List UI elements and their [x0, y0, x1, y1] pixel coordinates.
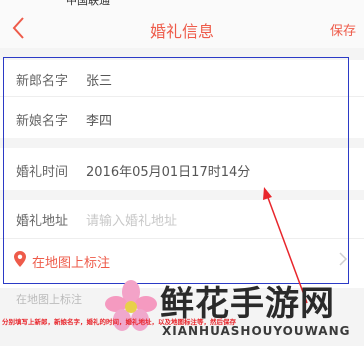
save-button[interactable]: 保存 — [330, 20, 356, 39]
chevron-right-icon — [339, 252, 348, 266]
wedding-info-form: 新郎名字 张三 新娘名字 李四 婚礼时间 2016年05月01日17时14分 婚… — [0, 60, 364, 288]
page-title: 婚礼信息 — [149, 22, 214, 41]
annotation-text: 分别填写上新郎，新娘名字，婚礼的时间，婚礼地址，以及地图标注等，然后保存 — [2, 318, 236, 326]
wedding-time-value[interactable]: 2016年05月01日17时14分 — [86, 161, 250, 180]
navigation-bar: 婚礼信息 保存 — [0, 8, 364, 48]
wedding-time-label: 婚礼时间 — [16, 165, 69, 180]
wedding-address-input[interactable]: 请输入婚礼地址 — [86, 210, 177, 229]
section-gap — [0, 190, 364, 200]
status-bar-carrier: 中国联通 — [66, 0, 110, 7]
section-gap — [0, 138, 364, 148]
watermark-subtitle: XIANHUASHOUYOUWANG — [162, 324, 351, 338]
hint-text: 在地图上标注 — [16, 293, 82, 306]
location-pin-icon — [14, 251, 26, 267]
wedding-address-label: 婚礼地址 — [16, 214, 69, 229]
divider — [0, 238, 364, 239]
groom-name-value[interactable]: 张三 — [86, 70, 112, 89]
status-bar: 中国联通 — [0, 0, 364, 8]
divider — [0, 96, 364, 97]
bride-name-label: 新娘名字 — [16, 114, 69, 129]
bride-name-value[interactable]: 李四 — [86, 110, 112, 129]
map-mark-label: 在地图上标注 — [32, 256, 111, 271]
watermark: 鲜花手游网 XIANHUASHOUYOUWANG — [104, 276, 364, 346]
flower-logo-icon — [105, 280, 157, 331]
groom-name-label: 新郎名字 — [16, 74, 69, 89]
